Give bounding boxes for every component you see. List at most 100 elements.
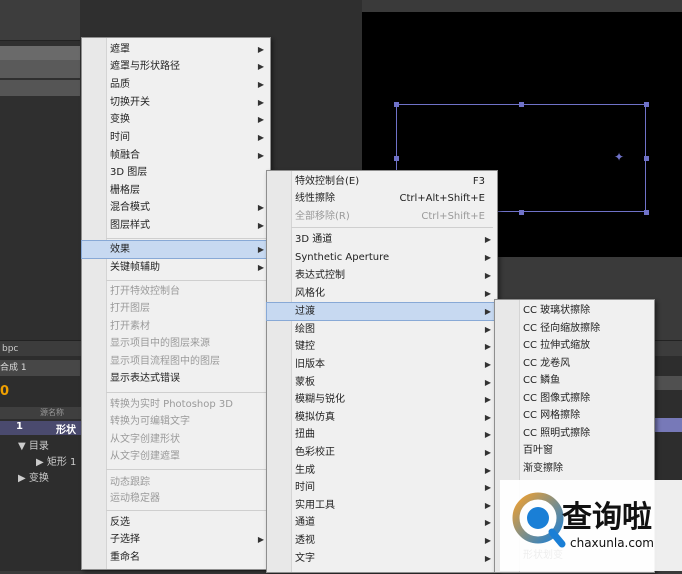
menu-item-label: 全部移除(R) bbox=[295, 211, 350, 222]
layer-property-rect[interactable]: ▶ 矩形 1 bbox=[36, 453, 76, 468]
project-row[interactable] bbox=[0, 46, 80, 60]
menu-item-label: 3D 图层 bbox=[110, 167, 148, 178]
menu-item[interactable]: 风格化 ▶ bbox=[267, 285, 497, 302]
layer-row[interactable]: 1 形状 bbox=[0, 421, 82, 436]
menu-item-label: 关键帧辅助 bbox=[110, 262, 160, 273]
menu-separator bbox=[106, 469, 266, 470]
menu-item[interactable]: 透视 ▶ bbox=[267, 532, 497, 549]
menu-item[interactable]: 旧版本 ▶ bbox=[267, 356, 497, 373]
submenu-arrow-icon: ▶ bbox=[257, 203, 264, 212]
shape-handle[interactable] bbox=[644, 210, 649, 215]
menu-item-label: 扭曲 bbox=[295, 429, 315, 440]
layer-property-transform[interactable]: ▶ 变换 bbox=[18, 469, 49, 484]
menu-item[interactable]: 混合模式 ▶ bbox=[82, 199, 270, 216]
layer-bar[interactable] bbox=[652, 418, 682, 432]
menu-item-label: 模糊与锐化 bbox=[295, 394, 345, 405]
shape-handle[interactable] bbox=[394, 156, 399, 161]
menu-item[interactable]: 绘图 ▶ bbox=[267, 321, 497, 338]
layer-context-menu: 遮罩 ▶ 遮罩与形状路径 ▶ 品质 ▶ 切换开关 ▶ 变换 ▶ 时间 ▶ 帧融合 ▶ 3D 图层栅格层混合模… bbox=[81, 37, 271, 570]
menu-item[interactable]: 切换开关 ▶ bbox=[82, 94, 270, 111]
menu-item[interactable]: CC 玻璃状擦除 bbox=[495, 302, 654, 319]
menu-item[interactable]: 品质 ▶ bbox=[82, 76, 270, 93]
menu-item[interactable]: 重命名 bbox=[82, 549, 270, 566]
menu-item[interactable]: 帧融合 ▶ bbox=[82, 147, 270, 164]
menu-item[interactable]: Synthetic Aperture ▶ bbox=[267, 249, 497, 266]
tab-composition[interactable]: 合成 1 bbox=[0, 360, 80, 376]
menu-item[interactable]: 3D 图层 bbox=[82, 164, 270, 181]
menu-item[interactable]: CC 径向缩放擦除 bbox=[495, 320, 654, 337]
submenu-arrow-icon: ▶ bbox=[257, 151, 264, 160]
menu-item[interactable]: 遮罩与形状路径 ▶ bbox=[82, 58, 270, 75]
menu-item[interactable]: 反选 bbox=[82, 514, 270, 531]
menu-item[interactable]: 时间 ▶ bbox=[82, 129, 270, 146]
menu-item[interactable]: 色彩校正 ▶ bbox=[267, 444, 497, 461]
viewer-header bbox=[362, 0, 682, 12]
shape-handle[interactable] bbox=[519, 102, 524, 107]
menu-item-label: 栅格层 bbox=[110, 185, 140, 196]
menu-item[interactable]: 渐变擦除 bbox=[495, 460, 654, 477]
bpc-label[interactable]: bpc bbox=[2, 344, 18, 354]
menu-item[interactable]: 栅格层 bbox=[82, 182, 270, 199]
shape-handle[interactable] bbox=[394, 102, 399, 107]
menu-item[interactable]: 显示表达式错误 bbox=[82, 370, 270, 387]
menu-item-label: 特效控制台(E) bbox=[295, 176, 360, 187]
menu-item[interactable]: 通道 ▶ bbox=[267, 514, 497, 531]
layer-property-contents[interactable]: ▼ 目录 bbox=[18, 437, 49, 452]
menu-item[interactable]: 模糊与锐化 ▶ bbox=[267, 391, 497, 408]
menu-item-label: 打开素材 bbox=[110, 321, 150, 332]
menu-item[interactable]: CC 鳞鱼 bbox=[495, 372, 654, 389]
menu-item[interactable]: 键控 ▶ bbox=[267, 338, 497, 355]
menu-item-label: CC 网格擦除 bbox=[523, 410, 581, 421]
menu-item: 打开图层 bbox=[82, 300, 270, 317]
column-header: 源名称 bbox=[0, 407, 82, 419]
menu-item-label: 打开特效控制台 bbox=[110, 286, 180, 297]
menu-item-shortcut: F3 bbox=[472, 176, 485, 187]
current-frame[interactable]: 0 bbox=[0, 384, 20, 399]
menu-item[interactable]: 表达式控制 ▶ bbox=[267, 267, 497, 284]
menu-item[interactable]: 过渡 ▶ bbox=[266, 302, 498, 321]
menu-item: 动态跟踪 bbox=[82, 474, 270, 491]
menu-item[interactable]: 3D 通道 ▶ bbox=[267, 231, 497, 248]
tab-composition-label: 合成 1 bbox=[0, 363, 27, 373]
menu-item[interactable]: CC 龙卷风 bbox=[495, 355, 654, 372]
menu-item-label: 透视 bbox=[295, 535, 315, 546]
menu-item: 打开特效控制台 bbox=[82, 283, 270, 300]
watermark: 查询啦 chaxunla.com bbox=[500, 480, 682, 571]
menu-item[interactable]: 模拟仿真 ▶ bbox=[267, 409, 497, 426]
menu-item[interactable]: 扭曲 ▶ bbox=[267, 426, 497, 443]
source-name-header: 源名称 bbox=[40, 408, 64, 417]
submenu-arrow-icon: ▶ bbox=[484, 395, 491, 404]
menu-item[interactable]: 文字 ▶ bbox=[267, 550, 497, 567]
menu-item[interactable]: 关键帧辅助 ▶ bbox=[82, 259, 270, 276]
shape-handle[interactable] bbox=[644, 102, 649, 107]
menu-item-label: CC 拉伸式缩放 bbox=[523, 340, 591, 351]
menu-item[interactable]: 效果 ▶ bbox=[81, 240, 271, 259]
menu-item[interactable]: 遮罩 ▶ bbox=[82, 41, 270, 58]
menu-item[interactable]: 变换 ▶ bbox=[82, 111, 270, 128]
submenu-arrow-icon: ▶ bbox=[484, 271, 491, 280]
menu-item[interactable]: CC 图像式擦除 bbox=[495, 390, 654, 407]
menu-item-label: CC 照明式擦除 bbox=[523, 428, 591, 439]
menu-item-label: 过渡 bbox=[295, 306, 315, 317]
menu-item-label: 风格化 bbox=[295, 288, 325, 299]
menu-item[interactable]: 实用工具 ▶ bbox=[267, 497, 497, 514]
watermark-name: 查询啦 bbox=[562, 500, 652, 535]
menu-item[interactable]: 生成 ▶ bbox=[267, 462, 497, 479]
project-row[interactable] bbox=[0, 60, 80, 78]
project-row[interactable] bbox=[0, 80, 80, 96]
menu-item[interactable]: 图层样式 ▶ bbox=[82, 217, 270, 234]
shape-handle[interactable] bbox=[644, 156, 649, 161]
menu-item[interactable]: CC 照明式擦除 bbox=[495, 425, 654, 442]
menu-item-label: CC 径向缩放擦除 bbox=[523, 323, 601, 334]
menu-item-label: 反选 bbox=[110, 517, 130, 528]
menu-item[interactable]: 时间 ▶ bbox=[267, 479, 497, 496]
anchor-point-icon[interactable]: ✦ bbox=[614, 150, 624, 164]
menu-item[interactable]: CC 拉伸式缩放 bbox=[495, 337, 654, 354]
menu-item[interactable]: CC 网格擦除 bbox=[495, 407, 654, 424]
menu-item[interactable]: 百叶窗 bbox=[495, 442, 654, 459]
menu-item[interactable]: 特效控制台(E) F3 bbox=[267, 173, 497, 190]
shape-handle[interactable] bbox=[519, 210, 524, 215]
menu-item[interactable]: 子选择 ▶ bbox=[82, 531, 270, 548]
menu-item[interactable]: 线性擦除 Ctrl+Alt+Shift+E bbox=[267, 190, 497, 207]
menu-item[interactable]: 蒙板 ▶ bbox=[267, 374, 497, 391]
